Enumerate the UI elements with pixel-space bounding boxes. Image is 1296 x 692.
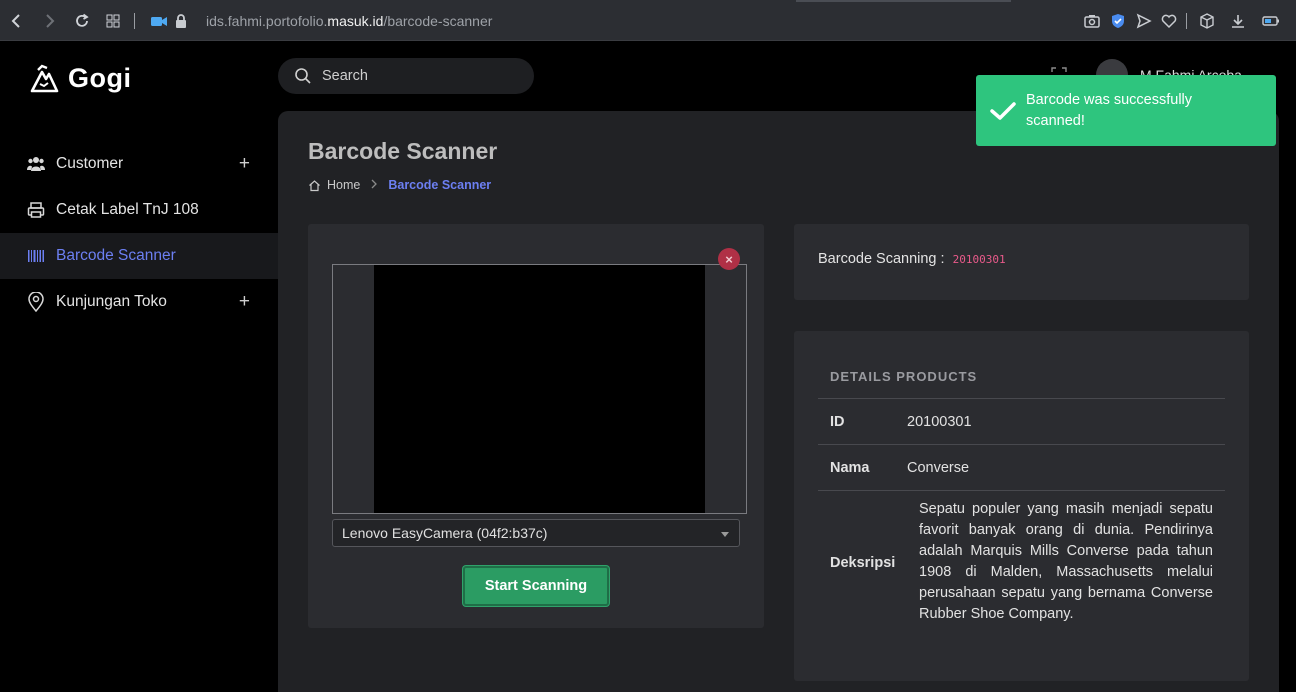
camera-select[interactable]: Lenovo EasyCamera (04f2:b37c) [332, 519, 740, 547]
barcode-icon [26, 246, 46, 266]
product-details-card: DETAILS PRODUCTS ID 20100301 Nama Conver… [794, 331, 1249, 681]
search-input[interactable]: Search [278, 58, 534, 94]
chevron-down-icon [721, 532, 729, 537]
url-prefix: ids.fahmi.portofolio. [206, 13, 328, 29]
sidebar-item-cetak-label[interactable]: Cetak Label TnJ 108 [0, 187, 278, 233]
back-icon[interactable] [8, 12, 26, 30]
scan-result: Barcode Scanning : 20100301 [818, 251, 1006, 267]
expand-plus-icon[interactable]: + [239, 291, 250, 313]
camera-preview [332, 264, 747, 514]
reload-icon[interactable] [73, 12, 91, 30]
url-path: /barcode-scanner [383, 13, 493, 29]
home-icon [309, 179, 320, 191]
table-row: ID 20100301 [818, 398, 1225, 445]
start-scanning-button[interactable]: Start Scanning [463, 566, 609, 606]
table-row: Nama Converse [818, 444, 1225, 491]
sidebar-item-label: Cetak Label TnJ 108 [56, 201, 199, 218]
url-host: masuk.id [327, 13, 384, 29]
expand-plus-icon[interactable]: + [239, 153, 250, 175]
toast-message: Barcode was successfully scanned! [1026, 91, 1193, 129]
brand-logo[interactable]: Gogi [28, 61, 132, 95]
detail-key: ID [818, 398, 907, 445]
camera-feed [374, 265, 705, 513]
chevron-right-icon [370, 178, 378, 192]
scan-result-code: 20100301 [952, 253, 1006, 266]
search-icon [295, 68, 311, 84]
toolbar-divider [134, 13, 135, 29]
sidebar-item-customer[interactable]: Customer + [0, 141, 278, 187]
breadcrumb-home[interactable]: Home [327, 178, 360, 192]
breadcrumb: Home Barcode Scanner [308, 178, 491, 192]
logo-icon [30, 64, 59, 93]
forward-icon[interactable] [40, 12, 58, 30]
sidebar-item-kunjungan-toko[interactable]: Kunjungan Toko + [0, 279, 278, 325]
detail-key: Nama [818, 444, 907, 491]
sidebar-item-barcode-scanner[interactable]: Barcode Scanner [0, 233, 278, 279]
sidebar-item-label: Kunjungan Toko [56, 293, 167, 310]
main-content: Barcode Scanner Home Barcode Scanner × L… [278, 111, 1279, 692]
shield-icon[interactable] [1109, 12, 1127, 30]
detail-value: Sepatu populer yang masih menjadi sepatu… [907, 490, 1225, 635]
lock-icon[interactable] [172, 12, 190, 30]
camera-active-icon[interactable] [150, 12, 168, 30]
tab-indicator [796, 0, 1011, 2]
screenshot-icon[interactable] [1083, 12, 1101, 30]
users-icon [26, 154, 46, 174]
detail-key: Deksripsi [818, 490, 907, 635]
address-bar[interactable]: ids.fahmi.portofolio.masuk.id/barcode-sc… [206, 12, 492, 30]
page-title: Barcode Scanner [308, 138, 498, 164]
scan-result-card: Barcode Scanning : 20100301 [794, 224, 1249, 300]
sidebar-item-label: Customer [56, 155, 124, 172]
camera-select-value: Lenovo EasyCamera (04f2:b37c) [342, 525, 548, 541]
close-icon: × [725, 251, 733, 267]
details-title: DETAILS PRODUCTS [830, 369, 978, 384]
heart-icon[interactable] [1160, 12, 1178, 30]
detail-value: Converse [907, 444, 1225, 491]
search-placeholder: Search [322, 68, 368, 84]
send-icon[interactable] [1135, 12, 1153, 30]
download-icon[interactable] [1229, 12, 1247, 30]
close-scanner-button[interactable]: × [718, 248, 740, 270]
success-toast[interactable]: Barcode was successfully scanned! [976, 75, 1276, 146]
printer-icon [26, 200, 46, 220]
sidebar: Gogi Customer + Cetak Label TnJ 108 Barc… [0, 41, 278, 692]
breadcrumb-current: Barcode Scanner [388, 178, 492, 192]
scanner-card: × Lenovo EasyCamera (04f2:b37c) Start Sc… [308, 224, 764, 628]
tabs-grid-icon[interactable] [104, 12, 122, 30]
table-row: Deksripsi Sepatu populer yang masih menj… [818, 490, 1225, 635]
brand-name: Gogi [68, 62, 132, 93]
toolbar-divider-2 [1186, 13, 1187, 29]
check-icon [990, 101, 1016, 120]
scan-result-label: Barcode Scanning : [818, 251, 945, 267]
browser-toolbar: ids.fahmi.portofolio.masuk.id/barcode-sc… [0, 0, 1296, 41]
sidebar-item-label: Barcode Scanner [56, 247, 176, 264]
map-pin-icon [26, 292, 46, 312]
battery-icon[interactable] [1261, 12, 1279, 30]
detail-value: 20100301 [907, 398, 1225, 445]
details-table: ID 20100301 Nama Converse Deksripsi Sepa… [818, 398, 1225, 635]
cube-icon[interactable] [1198, 12, 1216, 30]
